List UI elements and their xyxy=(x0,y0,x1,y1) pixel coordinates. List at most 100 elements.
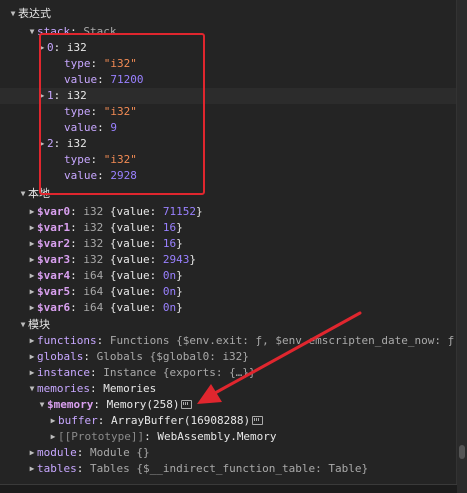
variable-type: i32 xyxy=(83,253,104,266)
value-suffix: } xyxy=(176,285,183,298)
stack-item-value[interactable]: value: 9 xyxy=(0,120,467,136)
property-key: type xyxy=(64,105,91,118)
stack-item-type[interactable]: type: "i32" xyxy=(0,152,467,168)
local-var-row[interactable]: ▶ $var3: i32 {value: 2943} xyxy=(0,252,467,268)
property-key: tables xyxy=(37,462,77,475)
value-suffix: } xyxy=(176,301,183,314)
triangle-down-icon[interactable]: ▼ xyxy=(27,381,37,397)
property-key: module xyxy=(37,446,77,459)
triangle-right-icon[interactable]: ▶ xyxy=(27,349,37,365)
local-var-row[interactable]: ▶ $var2: i32 {value: 16} xyxy=(0,236,467,252)
module-tables-row[interactable]: ▶ tables: Tables {$__indirect_function_ta… xyxy=(0,461,467,477)
property-value: ArrayBuffer(16908288) xyxy=(111,414,251,427)
triangle-right-icon[interactable]: ▶ xyxy=(27,284,37,300)
triangle-down-icon[interactable]: ▼ xyxy=(37,397,47,413)
stack-item-type[interactable]: type: "i32" xyxy=(0,104,467,120)
variable-name: $var3 xyxy=(37,253,71,266)
stack-item-type[interactable]: type: "i32" xyxy=(0,56,467,72)
stack-row[interactable]: ▼ stack: Stack xyxy=(0,24,467,40)
triangle-right-icon[interactable]: ▶ xyxy=(27,252,37,268)
property-value: i32 xyxy=(66,41,87,54)
triangle-right-icon[interactable]: ▶ xyxy=(27,461,37,477)
local-var-row[interactable]: ▶ $var4: i64 {value: 0n} xyxy=(0,268,467,284)
module-globals-row[interactable]: ▶ globals: Globals {$global0: i32} xyxy=(0,349,467,365)
property-key: 0 xyxy=(47,41,54,54)
triangle-right-icon[interactable]: ▶ xyxy=(37,136,47,152)
property-value: "i32" xyxy=(103,57,137,70)
property-key: globals xyxy=(37,350,84,363)
triangle-right-icon[interactable]: ▶ xyxy=(48,413,58,429)
triangle-right-icon[interactable]: ▶ xyxy=(27,333,37,349)
property-value: Module {} xyxy=(90,446,150,459)
vertical-scrollbar[interactable] xyxy=(456,0,467,493)
triangle-right-icon[interactable]: ▶ xyxy=(37,88,47,104)
property-value: WebAssembly.Memory xyxy=(157,430,277,443)
local-var-row[interactable]: ▶ $var1: i32 {value: 16} xyxy=(0,220,467,236)
memory-inspector-icon[interactable] xyxy=(252,415,264,425)
triangle-right-icon[interactable]: ▶ xyxy=(27,300,37,316)
triangle-down-icon[interactable]: ▼ xyxy=(8,6,18,22)
local-var-row[interactable]: ▶ $var5: i64 {value: 0n} xyxy=(0,284,467,300)
triangle-down-icon[interactable]: ▼ xyxy=(18,317,28,333)
triangle-right-icon[interactable]: ▶ xyxy=(27,445,37,461)
property-value: 71200 xyxy=(110,73,144,86)
variable-type: i32 xyxy=(83,221,104,234)
prototype-row[interactable]: ▶ [[Prototype]]: WebAssembly.Memory xyxy=(0,429,467,445)
variable-type: i64 xyxy=(83,269,104,282)
triangle-right-icon[interactable]: ▶ xyxy=(27,236,37,252)
property-key: value xyxy=(64,121,98,134)
module-memories-row[interactable]: ▼ memories: Memories xyxy=(0,381,467,397)
local-var-row[interactable]: ▶ $var6: i64 {value: 0n} xyxy=(0,300,467,316)
scrollbar-thumb[interactable] xyxy=(459,445,465,459)
section-title: 本地 xyxy=(28,187,50,200)
triangle-right-icon[interactable]: ▶ xyxy=(37,40,47,56)
stack-item[interactable]: ▶ 0: i32 xyxy=(0,40,467,56)
expressions-header[interactable]: ▼ 表达式 xyxy=(0,6,467,22)
value-prefix: {value: xyxy=(109,301,163,314)
triangle-down-icon[interactable]: ▼ xyxy=(27,24,37,40)
triangle-right-icon[interactable]: ▶ xyxy=(27,365,37,381)
triangle-down-icon[interactable]: ▼ xyxy=(18,186,28,202)
property-value: Globals {$global0: i32} xyxy=(96,350,249,363)
stack-item-value[interactable]: value: 2928 xyxy=(0,168,467,184)
property-key: type xyxy=(64,153,91,166)
buffer-row[interactable]: ▶ buffer: ArrayBuffer(16908288) xyxy=(0,413,467,429)
module-functions-row[interactable]: ▶ functions: Functions {$env.exit: ƒ, $en… xyxy=(0,333,467,349)
property-key: $memory xyxy=(47,398,94,411)
variable-name: $var2 xyxy=(37,237,71,250)
stack-item-value[interactable]: value: 71200 xyxy=(0,72,467,88)
value-prefix: {value: xyxy=(109,285,163,298)
memory-row[interactable]: ▼ $memory: Memory(258) xyxy=(0,397,467,413)
memory-inspector-icon[interactable] xyxy=(181,399,193,409)
module-instance-row[interactable]: ▶ instance: Instance {exports: {…}} xyxy=(0,365,467,381)
stack-item[interactable]: ▶ 1: i32 xyxy=(0,88,467,104)
variable-value: 2943 xyxy=(162,253,190,266)
variable-type: i32 xyxy=(83,237,104,250)
variable-name: $var1 xyxy=(37,221,71,234)
triangle-right-icon[interactable]: ▶ xyxy=(27,268,37,284)
module-module-row[interactable]: ▶ module: Module {} xyxy=(0,445,467,461)
property-value: Memory(258) xyxy=(106,398,180,411)
property-value: "i32" xyxy=(103,105,137,118)
triangle-right-icon[interactable]: ▶ xyxy=(27,220,37,236)
triangle-right-icon[interactable]: ▶ xyxy=(27,204,37,220)
stack-item[interactable]: ▶ 2: i32 xyxy=(0,136,467,152)
value-prefix: {value: xyxy=(109,237,163,250)
property-key: buffer xyxy=(58,414,98,427)
triangle-right-icon[interactable]: ▶ xyxy=(48,429,58,445)
property-value: i32 xyxy=(66,137,87,150)
local-var-row[interactable]: ▶ $var0: i32 {value: 71152} xyxy=(0,204,467,220)
module-header[interactable]: ▼ 模块 xyxy=(0,317,467,333)
variable-value: 0n xyxy=(162,301,177,314)
property-key: instance xyxy=(37,366,90,379)
section-title: 表达式 xyxy=(18,7,51,20)
property-key: stack xyxy=(37,25,71,38)
property-key: value xyxy=(64,73,98,86)
property-key: [[Prototype]] xyxy=(58,430,145,443)
variable-name: $var5 xyxy=(37,285,71,298)
variable-value: 16 xyxy=(162,237,177,250)
property-value: Memories xyxy=(103,382,157,395)
variable-name: $var4 xyxy=(37,269,71,282)
local-header[interactable]: ▼ 本地 xyxy=(0,186,467,202)
value-prefix: {value: xyxy=(109,205,163,218)
